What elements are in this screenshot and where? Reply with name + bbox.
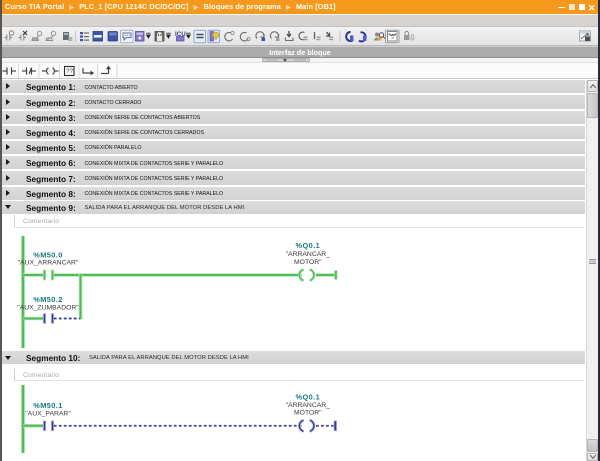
svg-text:"ARRANCAR_: "ARRANCAR_: [286, 402, 331, 409]
svg-text:MOTOR": MOTOR": [294, 410, 322, 417]
svg-text:%M50.2: %M50.2: [33, 295, 63, 304]
svg-text:%Q0.1: %Q0.1: [295, 393, 320, 402]
svg-text:"AUX_ARRANCAR": "AUX_ARRANCAR": [18, 260, 79, 267]
svg-text:"AUX_PARAR": "AUX_PARAR": [25, 411, 71, 418]
svg-text:%Q0.1: %Q0.1: [295, 241, 320, 250]
svg-text:"ARRANCAR_: "ARRANCAR_: [286, 251, 331, 258]
svg-text:"AUX_ZUMBADOR": "AUX_ZUMBADOR": [17, 305, 79, 312]
svg-text:%M50.1: %M50.1: [33, 401, 63, 410]
svg-text:%M50.0: %M50.0: [33, 250, 63, 259]
svg-text:MOTOR": MOTOR": [294, 259, 322, 266]
svg-text:??: ??: [66, 69, 73, 75]
